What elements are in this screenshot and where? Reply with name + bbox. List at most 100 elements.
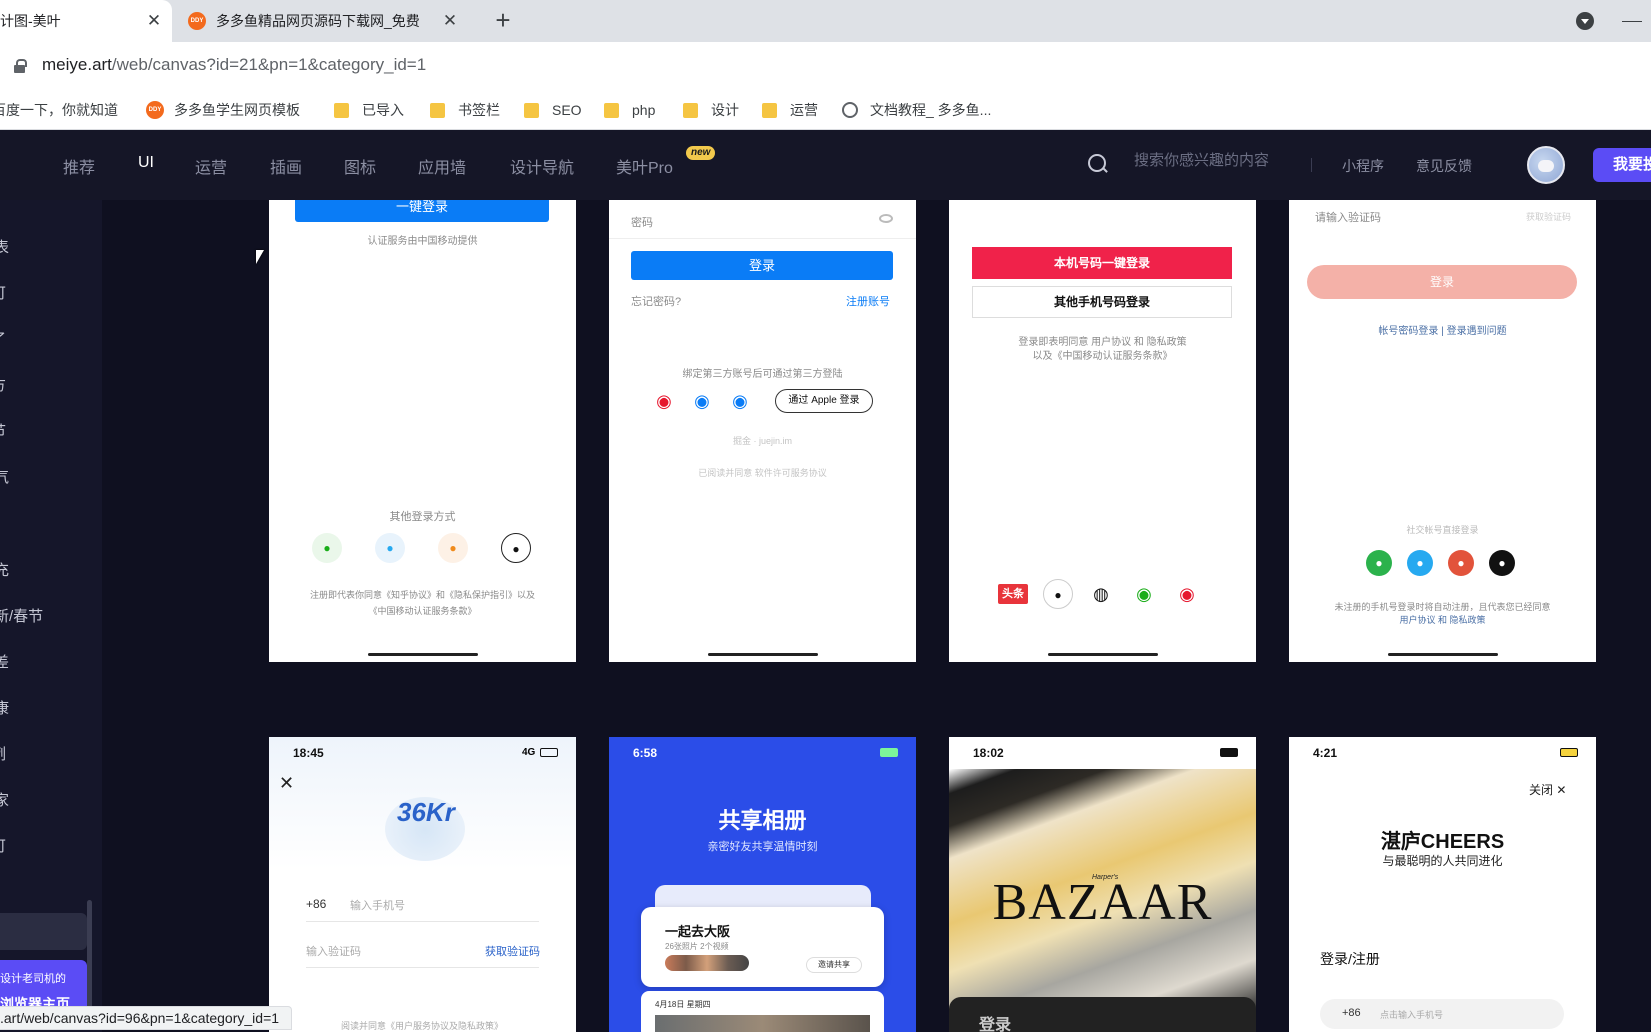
- status-time: 4:21: [1313, 746, 1338, 760]
- terms-text: 用户协议 和 隐私政策: [1399, 615, 1486, 625]
- album-title: 共享相册: [718, 808, 807, 833]
- nav-illustration[interactable]: 插画: [270, 154, 302, 178]
- nav-meiye-pro[interactable]: 美叶Pro: [616, 154, 673, 178]
- bookmark-folder-seo[interactable]: SEO: [524, 98, 582, 122]
- folder-icon: [334, 102, 349, 118]
- login-button: 登录: [631, 251, 893, 280]
- nav-design-nav[interactable]: 设计导航: [510, 154, 574, 178]
- tab-duoduoyu[interactable]: DDY 多多鱼精品网页源码下载网_免费 ✕: [178, 0, 468, 42]
- design-card-juejin-login[interactable]: 密码 登录 忘记密码? 注册账号 绑定第三方账号后可通过第三方登陆 ◉ ◉ ◉ …: [609, 200, 916, 662]
- one-click-login-button: 一键登录: [295, 200, 549, 222]
- terms-text: 阅读并同意《用户服务协议及隐私政策》: [341, 1021, 504, 1031]
- sidebar-item[interactable]: 充: [0, 559, 9, 580]
- sidebar-item[interactable]: 差: [0, 651, 9, 672]
- sidebar-item[interactable]: 可: [0, 835, 6, 856]
- lock-icon[interactable]: [14, 59, 27, 73]
- sidebar-item[interactable]: 可: [0, 282, 6, 303]
- folder-icon: [524, 102, 539, 118]
- qq-icon: ◍: [1093, 584, 1109, 604]
- home-indicator: [1388, 653, 1498, 656]
- sidebar-item[interactable]: 节: [0, 420, 6, 441]
- bookmark-folder-php[interactable]: php: [604, 98, 655, 122]
- member-avatars: [665, 955, 749, 971]
- apple-icon: ●: [1489, 550, 1515, 576]
- search-input[interactable]: [1134, 152, 1304, 169]
- design-card-36kr-login[interactable]: 18:45 4G ✕ 36Kr +86 输入手机号 输入验证码 获取验证码 阅读…: [269, 737, 576, 1032]
- feedback-link[interactable]: 意见反馈: [1416, 156, 1472, 176]
- sidebar-item[interactable]: 表: [0, 236, 9, 257]
- sidebar-item[interactable]: 了: [0, 328, 6, 349]
- bookmark-folder-bar[interactable]: 书签栏: [430, 98, 500, 122]
- globe-icon: [842, 102, 858, 118]
- nav-recommend[interactable]: 推荐: [63, 154, 95, 178]
- sidebar-item[interactable]: 康: [0, 697, 9, 718]
- qq-icon: ●: [375, 533, 405, 563]
- weibo-icon: ●: [1448, 550, 1474, 576]
- home-indicator: [708, 653, 818, 656]
- design-card-cheers-login[interactable]: 4:21 关闭 ✕ 湛庐CHEERS 与最聪明的人共同进化 登录/注册 +86 …: [1289, 737, 1596, 1032]
- close-icon[interactable]: ✕: [440, 11, 460, 31]
- bookmarks-bar: 百度一下，你就知道 DDY 多多鱼学生网页模板 已导入 书签栏 SEO php 设…: [0, 90, 1651, 130]
- login-help-links: 帐号密码登录 | 登录遇到问题: [1378, 326, 1507, 337]
- sidebar-item[interactable]: 例: [0, 743, 6, 764]
- sidebar-scrollbar[interactable]: [87, 900, 92, 1022]
- close-icon[interactable]: ✕: [144, 11, 164, 31]
- other-phone-button: 其他手机号码登录: [972, 286, 1232, 318]
- status-time: 18:45: [293, 746, 324, 760]
- bookmark-baidu[interactable]: 百度一下，你就知道: [0, 98, 118, 122]
- bookmark-folder-ops[interactable]: 运营: [762, 98, 818, 122]
- avatar[interactable]: [1527, 146, 1565, 184]
- github-icon: ◉: [732, 391, 748, 411]
- design-card-toutiao-login[interactable]: 本机号码一键登录 其他手机号码登录 登录即表明同意 用户协议 和 隐私政策 以及…: [949, 200, 1256, 662]
- phone-field: 输入手机号: [350, 900, 405, 912]
- country-code: +86: [1342, 1007, 1361, 1019]
- divider: [609, 238, 916, 239]
- photo-strip: [655, 1015, 870, 1032]
- terms-text: 登录即表明同意 用户协议 和 隐私政策: [1018, 337, 1187, 348]
- folder-icon: [430, 102, 445, 118]
- submit-work-button[interactable]: 我要投稿: [1593, 148, 1651, 182]
- link-status-url: .art/web/canvas?id=96&pn=1&category_id=1: [0, 1006, 293, 1030]
- divider: [306, 921, 539, 922]
- nav-app-wall[interactable]: 应用墙: [418, 154, 466, 178]
- close-icon: ✕: [279, 773, 295, 793]
- sidebar-item[interactable]: 新/春节: [0, 605, 43, 626]
- bookmark-ddy[interactable]: DDY 多多鱼学生网页模板: [146, 98, 300, 122]
- kr36-logo: 36Kr: [397, 797, 455, 827]
- design-card-xhs-login[interactable]: 请输入验证码 获取验证码 登录 帐号密码登录 | 登录遇到问题 社交帐号直接登录…: [1289, 200, 1596, 662]
- bookmark-docs[interactable]: 文档教程_ 多多鱼...: [842, 98, 991, 122]
- nav-operations[interactable]: 运营: [195, 154, 227, 178]
- invite-button: 邀请共享: [806, 957, 862, 973]
- nav-ui[interactable]: UI: [138, 154, 154, 172]
- album-card-subtitle: 26张照片 2个视频: [665, 942, 729, 951]
- sidebar-item-active[interactable]: [0, 913, 87, 950]
- ddy-icon: DDY: [146, 101, 164, 119]
- folder-icon: [683, 102, 698, 118]
- sidebar-item[interactable]: 气: [0, 466, 9, 487]
- bookmark-folder-design[interactable]: 设计: [683, 98, 739, 122]
- cheers-slogan: 与最聪明的人共同进化: [1382, 854, 1503, 868]
- apple-login-button: 通过 Apple 登录: [775, 389, 873, 413]
- mini-program-link[interactable]: 小程序: [1342, 156, 1384, 176]
- tab-title: 多多鱼精品网页源码下载网_免费: [216, 13, 420, 29]
- site-header: 推荐 UI 运营 插画 图标 应用墙 设计导航 美叶Pro new 小程序 意见…: [0, 130, 1651, 200]
- new-tab-button[interactable]: +: [488, 6, 518, 36]
- apple-icon: ●: [1043, 579, 1073, 609]
- divider: [306, 967, 539, 968]
- tab-search-icon[interactable]: [1576, 12, 1594, 30]
- design-card-zhihu-login[interactable]: 一键登录 认证服务由中国移动提供 其他登录方式 ● ● ● ● 注册即代表你同意…: [269, 200, 576, 662]
- password-field: 密码: [631, 217, 653, 229]
- tab-meiye[interactable]: 计图-美叶 ✕: [0, 0, 172, 42]
- search-icon[interactable]: [1088, 154, 1108, 174]
- url-text[interactable]: meiye.art/web/canvas?id=21&pn=1&category…: [42, 55, 426, 75]
- nav-icons[interactable]: 图标: [344, 154, 376, 178]
- minimize-button[interactable]: [1622, 21, 1642, 22]
- address-bar[interactable]: meiye.art/web/canvas?id=21&pn=1&category…: [0, 42, 1651, 90]
- sidebar-item[interactable]: 家: [0, 789, 9, 810]
- login-sheet: 登录: [949, 997, 1256, 1032]
- bookmark-folder-imported[interactable]: 已导入: [334, 98, 404, 122]
- tab-title: 计图-美叶: [0, 13, 61, 29]
- sidebar-item[interactable]: 方: [0, 374, 6, 395]
- design-card-shared-album[interactable]: 6:58 共享相册 亲密好友共享温情时刻 一起去大阪 26张照片 2个视频 邀请…: [609, 737, 916, 1032]
- design-card-bazaar[interactable]: 18:02 Harper's BAZAAR 登录: [949, 737, 1256, 1032]
